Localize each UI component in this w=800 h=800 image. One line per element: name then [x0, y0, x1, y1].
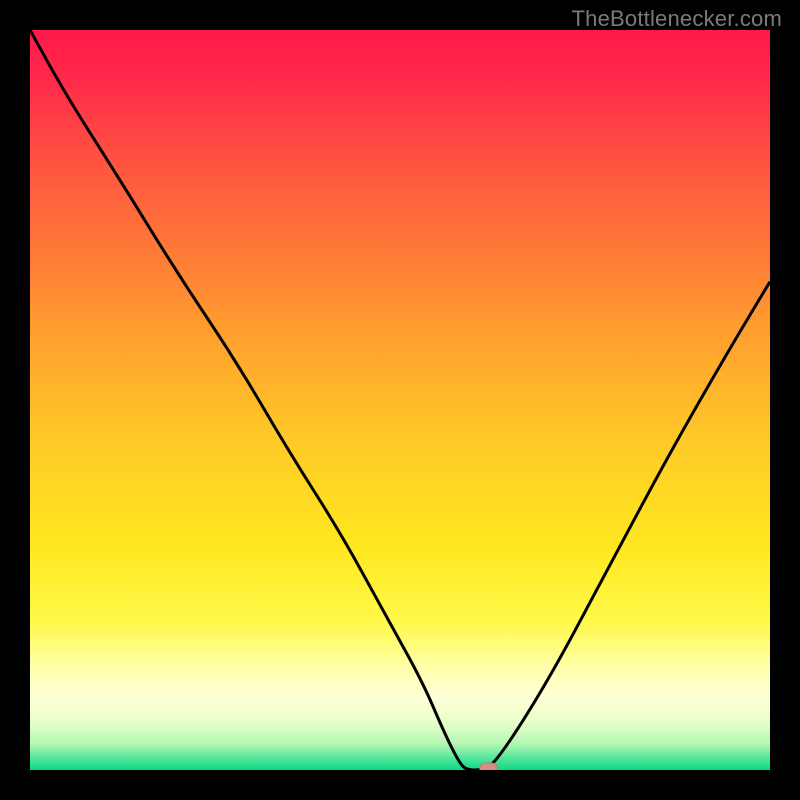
optimal-point-marker — [480, 763, 498, 770]
bottleneck-curve — [30, 30, 770, 770]
chart-frame: TheBottlenecker.com — [0, 0, 800, 800]
source-attribution: TheBottlenecker.com — [572, 6, 782, 32]
plot-area — [30, 30, 770, 770]
curve-layer — [30, 30, 770, 770]
